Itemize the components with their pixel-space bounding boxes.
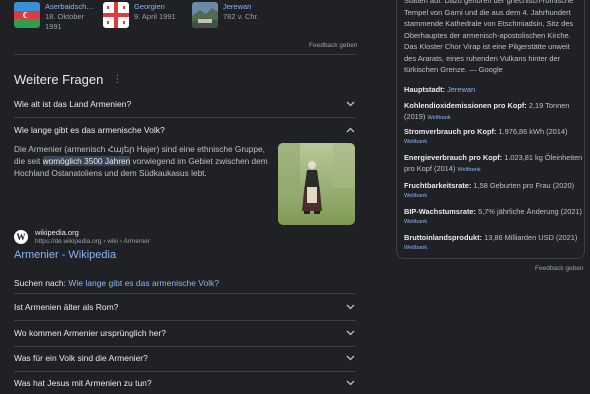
divider — [14, 346, 356, 347]
fact-gdp: Bruttoinlandsprodukt: 13,86 Milliarden U… — [404, 232, 584, 254]
fact-label: Bruttoinlandsprodukt: — [404, 233, 483, 242]
faq-question-text: Wie lange gibt es das armenische Volk? — [14, 125, 165, 135]
chevron-down-icon — [344, 352, 356, 364]
faq-header: Weitere Fragen ⋮ — [14, 72, 122, 87]
faq-question-6[interactable]: Was hat Jesus mit Armenien zu tun? — [14, 373, 356, 393]
faq-question-2[interactable]: Wie lange gibt es das armenische Volk? — [14, 120, 356, 140]
more-options-icon[interactable]: ⋮ — [112, 74, 122, 85]
related-date: 9. April 1991 — [134, 12, 176, 21]
fact-value: 5,7% jährliche Änderung (2021) — [478, 207, 583, 216]
faq-question-5[interactable]: Was für ein Volk sind die Armenier? — [14, 348, 356, 368]
divider — [14, 293, 356, 294]
fact-value: 1.976,86 kWh (2014) — [498, 127, 568, 136]
related-date: 18. Oktober 1991 — [45, 12, 85, 31]
chevron-up-icon — [344, 124, 356, 136]
fact-value: 13,86 Milliarden USD (2021) — [484, 233, 578, 242]
fact-capital: Hauptstadt: Jerewan — [404, 84, 584, 95]
faq-question-text: Ist Armenien älter als Rom? — [14, 302, 119, 312]
panel-feedback-link[interactable]: Feedback geben — [535, 265, 583, 272]
search-prefix: Suchen nach: — [14, 278, 69, 288]
capital-link[interactable]: Jerewan — [447, 85, 475, 94]
chevron-down-icon — [344, 377, 356, 389]
fact-label: BIP-Wachstumsrate: — [404, 207, 477, 216]
related-card-yerevan[interactable]: Jerewan 782 v. Chr. — [192, 2, 259, 28]
georgia-flag-icon — [103, 2, 129, 28]
source-url: https://de.wikipedia.org › wiki › Armeni… — [35, 238, 150, 245]
fact-gdp-growth: BIP-Wachstumsrate: 5,7% jährliche Änderu… — [404, 206, 584, 228]
fact-source-link[interactable]: Weltbank — [427, 115, 450, 121]
fact-fertility: Fruchtbarkeitsrate: 1,58 Geburten pro Fr… — [404, 180, 584, 202]
related-card-georgia[interactable]: Georgien 9. April 1991 — [103, 2, 176, 28]
faq-question-text: Wie alt ist das Land Armenien? — [14, 99, 132, 109]
armenian-woman-image[interactable] — [278, 143, 355, 225]
fact-source-link[interactable]: Weltbank — [404, 243, 584, 254]
fact-label: Energieverbrauch pro Kopf: — [404, 153, 503, 162]
source-site: wikipedia.org — [35, 228, 79, 237]
chevron-down-icon — [344, 327, 356, 339]
source-row[interactable]: W wikipedia.org https://de.wikipedia.org… — [14, 228, 150, 246]
divider — [14, 320, 356, 321]
divider — [14, 54, 356, 55]
fact-source-link[interactable]: Weltbank — [404, 137, 584, 148]
fact-label: Hauptstadt: — [404, 85, 446, 94]
related-name: Jerewan — [223, 2, 252, 11]
related-name: Aserbaidsch… — [45, 2, 94, 11]
fact-source-link[interactable]: Weltbank — [457, 167, 480, 173]
related-name: Georgien — [134, 2, 165, 11]
panel-description: Stätten auf. Dazu gehören der griechisch… — [404, 0, 574, 74]
fact-source-link[interactable]: Weltbank — [404, 191, 584, 202]
fact-co2: Kohlendioxidemissionen pro Kopf: 2,19 To… — [404, 100, 584, 124]
search-suggestion: Suchen nach: Wie lange gibt es das armen… — [14, 278, 219, 288]
source-title-link[interactable]: Armenier - Wikipedia — [14, 249, 116, 261]
faq-question-text: Wo kommen Armenier ursprünglich her? — [14, 328, 166, 338]
faq-question-text: Was hat Jesus mit Armenien zu tun? — [14, 378, 152, 388]
fact-label: Fruchtbarkeitsrate: — [404, 181, 472, 190]
fact-value: 1,58 Geburten pro Frau (2020) — [473, 181, 575, 190]
fact-label: Stromverbrauch pro Kopf: — [404, 127, 497, 136]
search-suggestion-link[interactable]: Wie lange gibt es das armenische Volk? — [68, 278, 219, 288]
answer-highlight: womöglich 3500 Jahren — [42, 156, 131, 166]
feedback-link[interactable]: Feedback geben — [309, 42, 357, 49]
divider — [14, 117, 356, 118]
yerevan-photo-icon — [192, 2, 218, 28]
wikipedia-icon: W — [14, 230, 28, 244]
fact-energy: Energieverbrauch pro Kopf: 1.023,81 kg Ö… — [404, 152, 584, 176]
azerbaijan-flag-icon — [14, 2, 40, 28]
fact-label: Kohlendioxidemissionen pro Kopf: — [404, 101, 527, 110]
related-date: 782 v. Chr. — [223, 12, 259, 21]
faq-question-4[interactable]: Wo kommen Armenier ursprünglich her? — [14, 323, 356, 343]
faq-question-3[interactable]: Ist Armenien älter als Rom? — [14, 297, 356, 317]
faq-title: Weitere Fragen — [14, 72, 104, 87]
faq-answer: Die Armenier (armenisch Հայեր Hajer) sin… — [14, 143, 270, 179]
related-card-azerbaijan[interactable]: Aserbaidsch… 18. Oktober 1991 — [14, 2, 94, 32]
fact-source-link[interactable]: Weltbank — [404, 217, 584, 228]
fact-electricity: Stromverbrauch pro Kopf: 1.976,86 kWh (2… — [404, 126, 584, 148]
faq-question-text: Was für ein Volk sind die Armenier? — [14, 353, 148, 363]
chevron-down-icon — [344, 301, 356, 313]
divider — [14, 371, 356, 372]
chevron-down-icon — [344, 98, 356, 110]
faq-question-1[interactable]: Wie alt ist das Land Armenien? — [14, 94, 356, 114]
